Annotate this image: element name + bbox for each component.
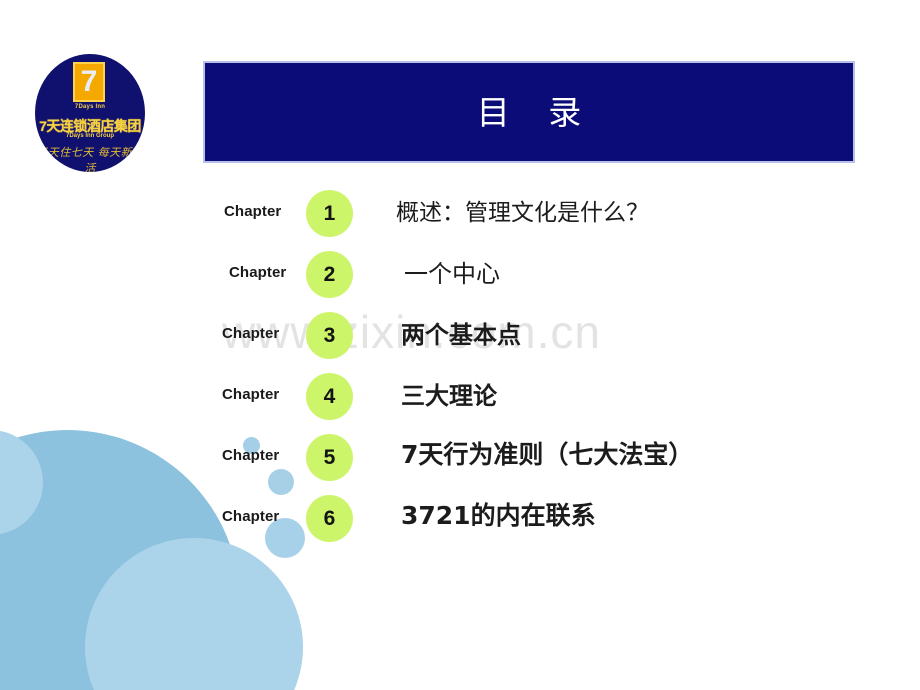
list-item[interactable]: Chapter 3 两个基本点 (0, 306, 920, 367)
chapter-label: Chapter (229, 264, 287, 281)
slide-canvas: 7 7Days Inn 7天连锁酒店集团 7Days Inn Group 天天住… (0, 0, 920, 690)
chapter-number-badge[interactable]: 4 (306, 373, 353, 420)
page-title: 目 录 (476, 93, 596, 132)
chapter-title[interactable]: 一个中心 (404, 254, 500, 289)
list-item[interactable]: Chapter 1 概述：管理文化是什么？ (0, 184, 920, 245)
chapter-label: Chapter (222, 508, 280, 525)
chapter-label: Chapter (222, 325, 280, 342)
chapter-label: Chapter (222, 447, 280, 464)
chapter-number-badge[interactable]: 3 (306, 312, 353, 359)
chapter-label: Chapter (224, 203, 282, 220)
chapter-title[interactable]: 3721的内在联系 (401, 496, 596, 532)
company-logo: 7 7Days Inn 7天连锁酒店集团 7Days Inn Group 天天住… (35, 54, 145, 172)
chapter-title[interactable]: 三大理论 (401, 376, 497, 411)
chapter-title[interactable]: 7天行为准则（七大法宝） (401, 435, 693, 471)
chapter-number-badge[interactable]: 1 (306, 190, 353, 237)
logo-sub-english: 7Days Inn (74, 104, 106, 110)
logo-name-english: 7Days Inn Group (65, 133, 114, 139)
chapter-number-badge[interactable]: 6 (306, 495, 353, 542)
title-banner: 目 录 (203, 61, 855, 163)
list-item[interactable]: Chapter 5 7天行为准则（七大法宝） (0, 428, 920, 489)
list-item[interactable]: Chapter 4 三大理论 (0, 367, 920, 428)
decorative-circle-bottom-light (85, 538, 303, 690)
logo-seven-badge: 7 (73, 62, 105, 102)
chapter-list: Chapter 1 概述：管理文化是什么？ Chapter 2 一个中心 Cha… (0, 184, 920, 550)
list-item[interactable]: Chapter 2 一个中心 (0, 245, 920, 306)
list-item[interactable]: Chapter 6 3721的内在联系 (0, 489, 920, 550)
logo-slogan: 天天住七天 每天新生活 (36, 146, 144, 172)
chapter-number-badge[interactable]: 2 (306, 251, 353, 298)
chapter-number-badge[interactable]: 5 (306, 434, 353, 481)
chapter-label: Chapter (222, 386, 280, 403)
chapter-title[interactable]: 两个基本点 (401, 315, 521, 350)
logo-seven-numeral: 7 (80, 65, 98, 98)
chapter-title[interactable]: 概述：管理文化是什么？ (396, 193, 649, 227)
